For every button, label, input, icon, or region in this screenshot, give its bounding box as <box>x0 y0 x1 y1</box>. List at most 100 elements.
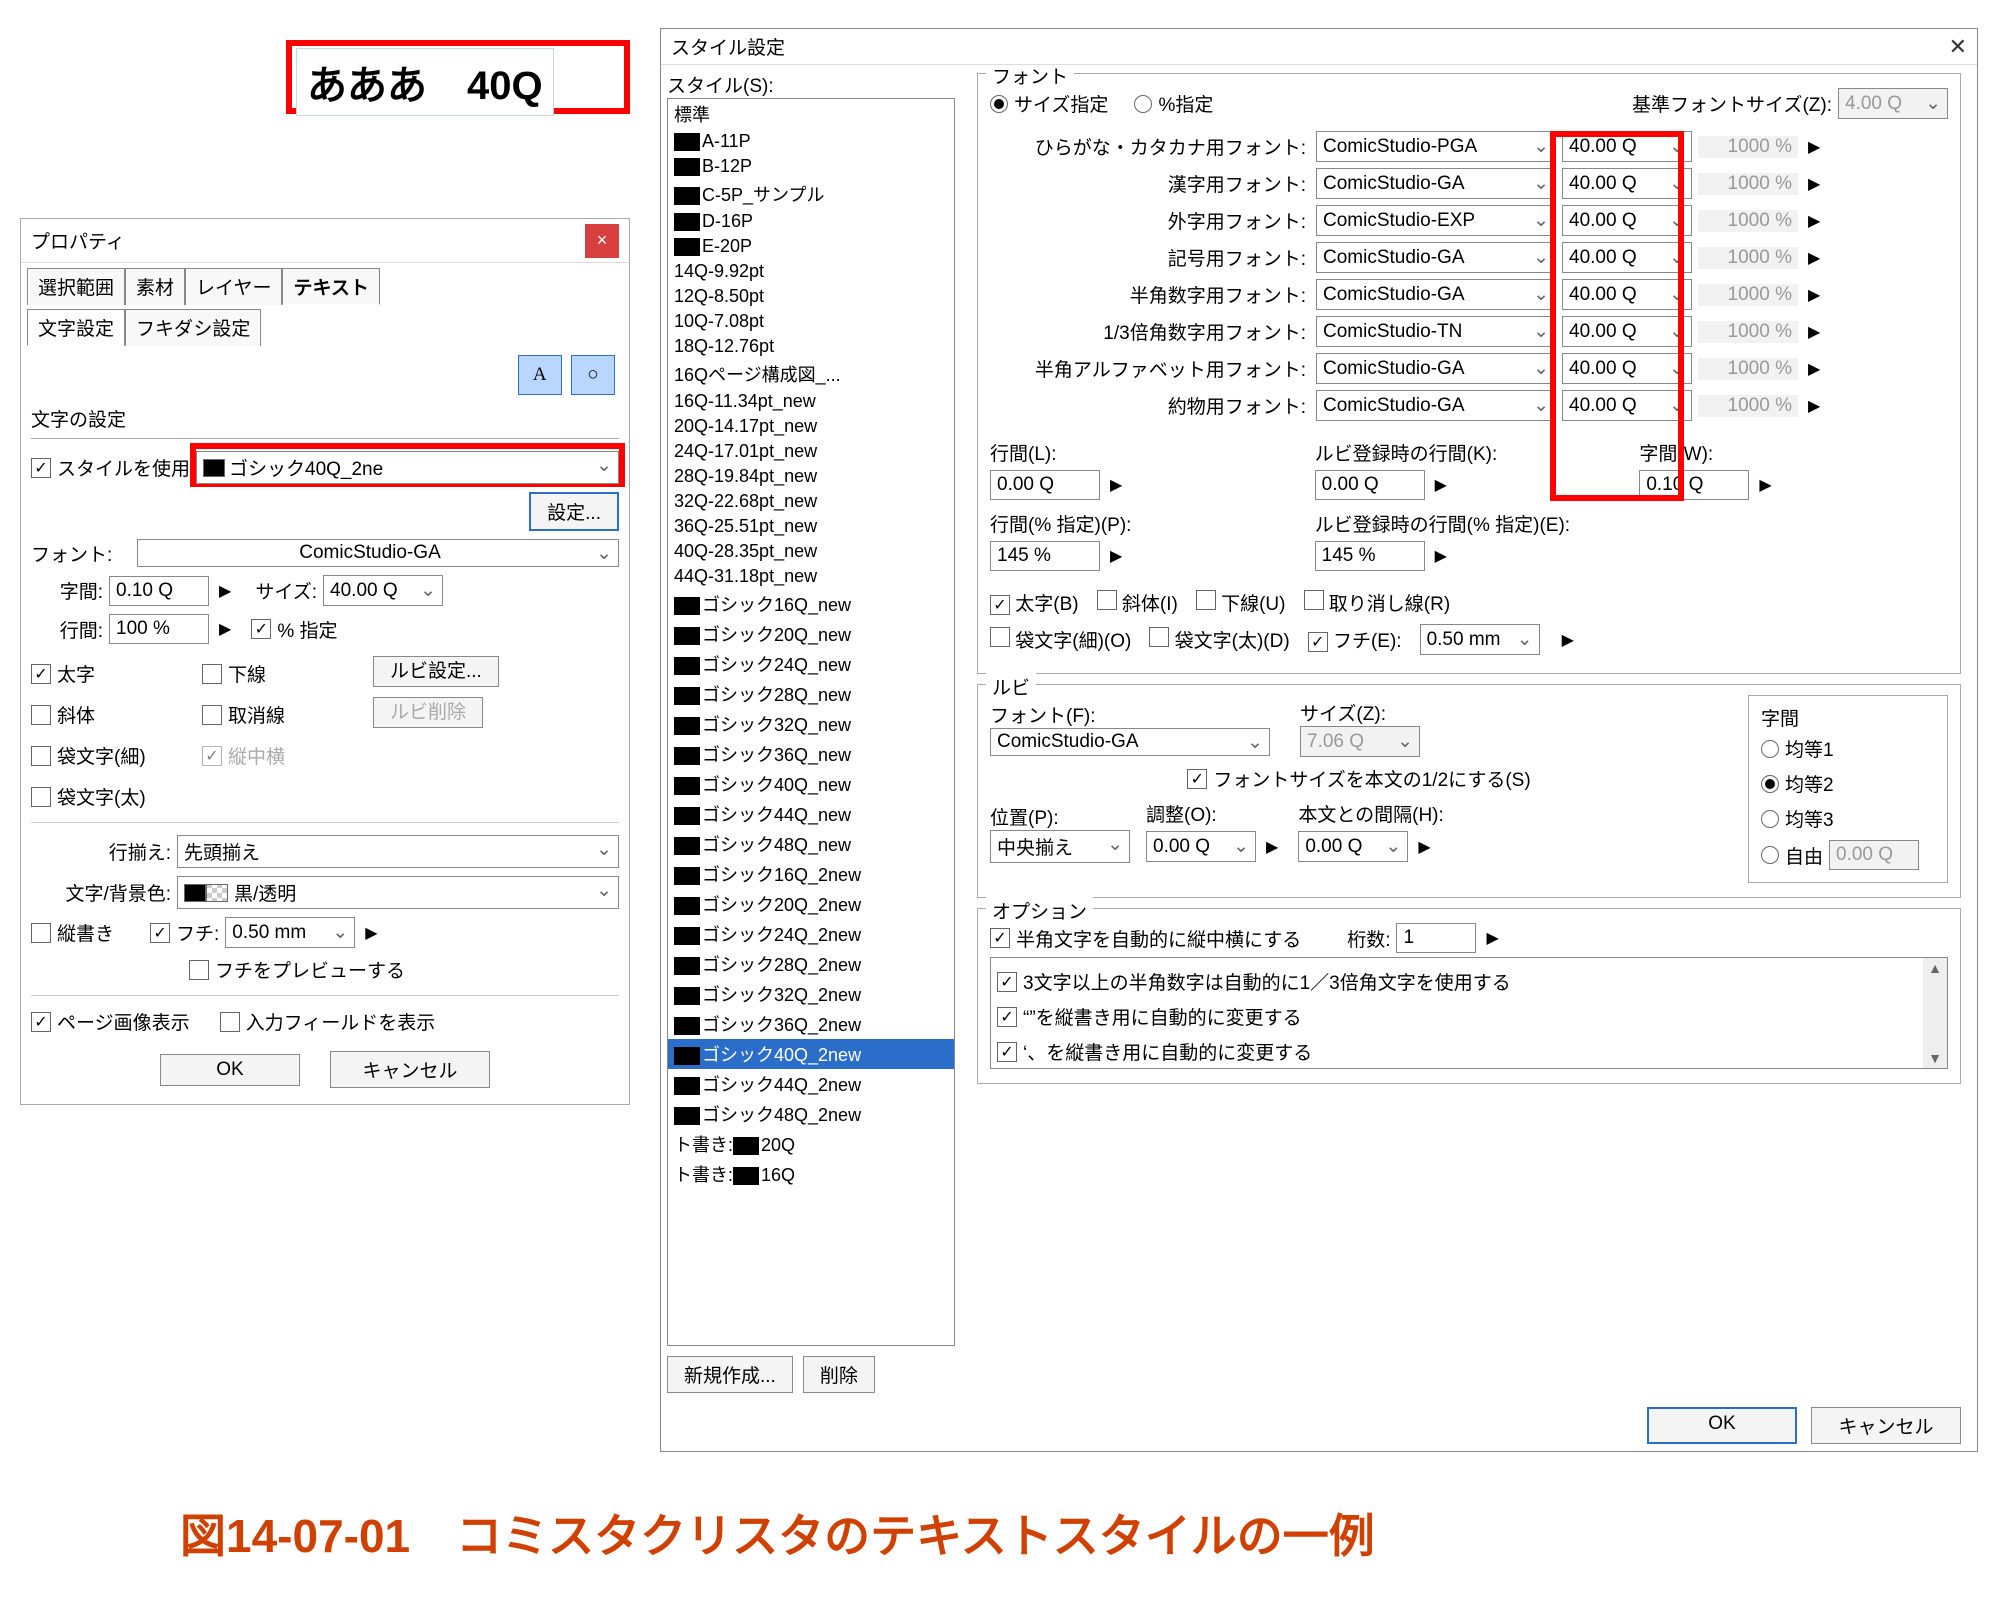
textbg-select[interactable]: 黒/透明 <box>177 876 619 909</box>
list-item[interactable]: D-16P <box>668 209 954 234</box>
tab-3[interactable]: テキスト <box>282 268 379 305</box>
list-item[interactable]: C-5P_サンプル <box>668 179 954 209</box>
list-item[interactable]: 24Q-17.01pt_new <box>668 439 954 464</box>
tatechuyoko-checkbox[interactable] <box>990 928 1010 948</box>
fukuro-futo-checkbox[interactable] <box>31 787 51 807</box>
keta-input[interactable]: 1 <box>1396 923 1476 953</box>
fuchi-input[interactable]: 0.50 mm⌄ <box>1420 624 1540 655</box>
list-item[interactable]: 16Q-11.34pt_new <box>668 389 954 414</box>
use-style-checkbox[interactable] <box>31 458 51 478</box>
font-select[interactable]: ComicStudio-EXP⌄ <box>1316 205 1556 236</box>
page-img-checkbox[interactable] <box>31 1012 51 1032</box>
align-select[interactable]: 先頭揃え <box>177 835 619 868</box>
fukuro-hoso-checkbox[interactable] <box>31 746 51 766</box>
list-item[interactable]: ゴシック20Q_2new <box>668 889 954 919</box>
font-select[interactable]: ComicStudio-PGA⌄ <box>1316 131 1556 162</box>
italic-checkbox[interactable] <box>1097 590 1117 610</box>
fuchi-checkbox[interactable] <box>150 923 170 943</box>
tab-2[interactable]: レイヤー <box>185 268 282 305</box>
list-item[interactable]: ゴシック24Q_new <box>668 649 954 679</box>
strike-checkbox[interactable] <box>1304 590 1324 610</box>
underline-checkbox[interactable] <box>1196 590 1216 610</box>
font-select[interactable]: ComicStudio-GA⌄ <box>1316 353 1556 384</box>
kinto1-radio[interactable] <box>1761 740 1779 758</box>
input-field-checkbox[interactable] <box>220 1012 240 1032</box>
gyokan-input[interactable]: 100 % <box>109 614 209 644</box>
text-area-icon[interactable]: A <box>518 355 562 395</box>
list-item[interactable]: ゴシック40Q_2new <box>668 1039 954 1069</box>
fukuro-hoso-checkbox[interactable] <box>990 627 1010 647</box>
font-select[interactable]: ComicStudio-GA⌄ <box>1316 279 1556 310</box>
list-item[interactable]: 28Q-19.84pt_new <box>668 464 954 489</box>
list-item[interactable]: 18Q-12.76pt <box>668 334 954 359</box>
list-item[interactable]: ト書き:16Q <box>668 1159 954 1189</box>
list-item[interactable]: 44Q-31.18pt_new <box>668 564 954 589</box>
delete-style-button[interactable]: 削除 <box>803 1356 875 1393</box>
list-item[interactable]: 40Q-28.35pt_new <box>668 539 954 564</box>
close-icon[interactable]: ✕ <box>1949 34 1967 60</box>
gyokan-input[interactable]: 0.00 Q <box>990 470 1100 500</box>
list-item[interactable]: ゴシック48Q_new <box>668 829 954 859</box>
ok-button[interactable]: OK <box>160 1054 300 1086</box>
font-select[interactable]: ComicStudio-GA⌄ <box>1316 390 1556 421</box>
kinto3-radio[interactable] <box>1761 810 1779 828</box>
ruby-gyokan-pct-input[interactable]: 145 % <box>1315 541 1425 571</box>
fuchi-preview-checkbox[interactable] <box>189 960 209 980</box>
list-item[interactable]: ゴシック28Q_new <box>668 679 954 709</box>
cancel-button[interactable]: キャンセル <box>330 1051 490 1088</box>
list-item[interactable]: ゴシック32Q_2new <box>668 979 954 1009</box>
bold-checkbox[interactable] <box>990 595 1010 615</box>
list-item[interactable]: B-12P <box>668 154 954 179</box>
list-item[interactable]: 12Q-8.50pt <box>668 284 954 309</box>
list-item[interactable]: 16Qページ構成図_... <box>668 359 954 389</box>
list-item[interactable]: ゴシック44Q_2new <box>668 1069 954 1099</box>
style-list[interactable]: 標準A-11PB-12PC-5P_サンプルD-16PE-20P14Q-9.92p… <box>667 98 955 1346</box>
ruby-font-select[interactable]: ComicStudio-GA <box>990 728 1270 756</box>
list-item[interactable]: ゴシック32Q_new <box>668 709 954 739</box>
list-item[interactable]: ゴシック24Q_2new <box>668 919 954 949</box>
new-style-button[interactable]: 新規作成... <box>667 1356 793 1393</box>
strike-checkbox[interactable] <box>202 705 222 725</box>
arrow-icon[interactable]: ▶ <box>361 923 381 943</box>
fukuro-futo-checkbox[interactable] <box>1149 627 1169 647</box>
style-select[interactable]: ゴシック40Q_2ne <box>196 451 619 484</box>
fuchi-checkbox[interactable] <box>1308 632 1328 652</box>
ruby-pos-select[interactable]: 中央揃え <box>990 830 1130 863</box>
underline-checkbox[interactable] <box>202 664 222 684</box>
jikan-input[interactable]: 0.10 Q <box>109 576 209 606</box>
subtab-0[interactable]: 文字設定 <box>27 309 125 346</box>
list-item[interactable]: ゴシック48Q_2new <box>668 1099 954 1129</box>
list-item[interactable]: ゴシック40Q_new <box>668 769 954 799</box>
list-item[interactable]: ゴシック36Q_2new <box>668 1009 954 1039</box>
list-item[interactable]: 32Q-22.68pt_new <box>668 489 954 514</box>
list-item[interactable]: 36Q-25.51pt_new <box>668 514 954 539</box>
tategaki-checkbox[interactable] <box>31 923 51 943</box>
font-select[interactable]: ComicStudio-GA⌄ <box>1316 242 1556 273</box>
list-item[interactable]: ゴシック20Q_new <box>668 619 954 649</box>
ruby-half-checkbox[interactable] <box>1187 769 1207 789</box>
tab-0[interactable]: 選択範囲 <box>27 268 125 305</box>
tab-1[interactable]: 素材 <box>125 268 185 305</box>
text-circle-icon[interactable]: ○ <box>571 355 615 395</box>
ruby-adj-input[interactable]: 0.00 Q⌄ <box>1146 831 1256 862</box>
list-item[interactable]: 標準 <box>668 99 954 129</box>
arrow-icon[interactable]: ▶ <box>215 619 235 639</box>
list-item[interactable]: ゴシック16Q_2new <box>668 859 954 889</box>
list-item[interactable]: ゴシック36Q_new <box>668 739 954 769</box>
ruby-gyokan-input[interactable]: 0.00 Q <box>1315 470 1425 500</box>
ruby-gap-input[interactable]: 0.00 Q⌄ <box>1298 831 1408 862</box>
subtab-1[interactable]: フキダシ設定 <box>125 309 261 346</box>
ok-button[interactable]: OK <box>1647 1407 1797 1444</box>
jiyuu-radio[interactable] <box>1761 846 1779 864</box>
size-spec-radio[interactable] <box>990 95 1008 113</box>
kinto2-radio[interactable] <box>1761 775 1779 793</box>
ruby-settings-button[interactable]: ルビ設定... <box>373 656 499 687</box>
font-select[interactable]: ComicStudio-GA <box>137 539 619 567</box>
list-item[interactable]: 14Q-9.92pt <box>668 259 954 284</box>
close-icon[interactable]: × <box>585 224 619 258</box>
list-item[interactable]: 20Q-14.17pt_new <box>668 414 954 439</box>
settings-button[interactable]: 設定... <box>529 492 619 531</box>
list-item[interactable]: 10Q-7.08pt <box>668 309 954 334</box>
italic-checkbox[interactable] <box>31 705 51 725</box>
list-item[interactable]: ゴシック44Q_new <box>668 799 954 829</box>
